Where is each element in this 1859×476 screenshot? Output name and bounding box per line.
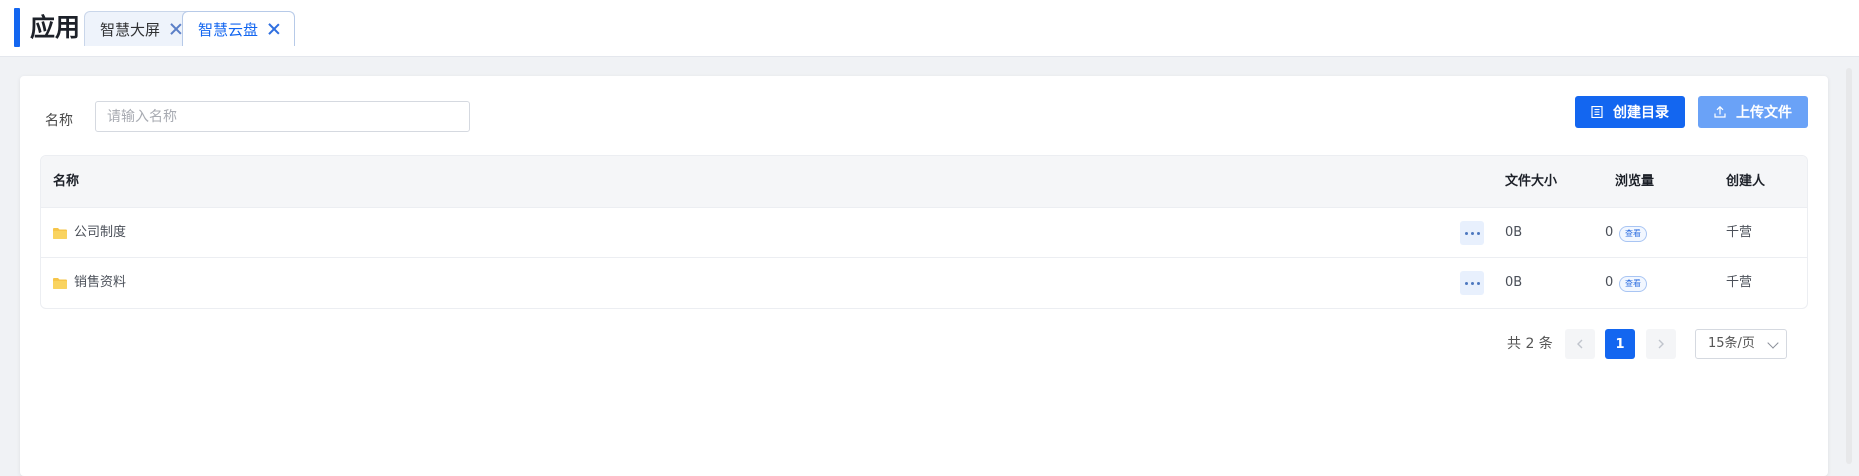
view-tag[interactable]: 查看 <box>1619 276 1647 292</box>
name-filter-label: 名称 <box>45 113 73 129</box>
create-directory-button[interactable]: 创建目录 <box>1575 96 1685 128</box>
upload-file-label: 上传文件 <box>1736 105 1792 121</box>
upload-icon <box>1714 106 1726 118</box>
directory-icon <box>1591 106 1603 118</box>
top-bar: 应用 智慧大屏 智慧云盘 <box>0 0 1859 57</box>
page-size-select[interactable]: 15条/页 <box>1695 329 1787 359</box>
next-page-button[interactable] <box>1646 329 1676 359</box>
chevron-down-icon <box>1767 337 1779 349</box>
creator-name: 千营 <box>1726 225 1753 240</box>
chevron-left-icon <box>1577 339 1583 349</box>
view-count: 0 <box>1605 275 1614 290</box>
file-size: 0B <box>1505 225 1523 240</box>
upload-file-button[interactable]: 上传文件 <box>1698 96 1808 128</box>
create-directory-label: 创建目录 <box>1613 105 1669 121</box>
column-header-name[interactable]: 名称 <box>53 156 79 208</box>
vertical-scrollbar[interactable] <box>1846 68 1852 464</box>
close-icon[interactable] <box>170 23 182 35</box>
pagination-total: 共 2 条 <box>1507 336 1553 352</box>
close-icon[interactable] <box>268 23 280 35</box>
table-row[interactable]: 销售资料 0B 0 查看 千营 <box>41 258 1807 308</box>
column-header-views[interactable]: 浏览量 <box>1615 156 1654 208</box>
page-size-value: 15条/页 <box>1708 336 1755 351</box>
tab-smart-screen[interactable]: 智慧大屏 <box>84 11 198 46</box>
file-size: 0B <box>1505 275 1523 290</box>
page-number-button[interactable]: 1 <box>1605 329 1635 359</box>
creator-name: 千营 <box>1726 275 1753 290</box>
view-tag[interactable]: 查看 <box>1619 226 1647 242</box>
column-header-creator[interactable]: 创建人 <box>1726 156 1765 208</box>
view-count: 0 <box>1605 225 1614 240</box>
table-header: 名称 文件大小 浏览量 创建人 <box>41 156 1807 208</box>
tab-smart-cloud-disk[interactable]: 智慧云盘 <box>182 11 296 46</box>
more-actions-button[interactable] <box>1460 271 1484 295</box>
file-name[interactable]: 销售资料 <box>74 258 126 308</box>
column-header-size[interactable]: 文件大小 <box>1505 156 1557 208</box>
title-accent-bar <box>14 8 20 47</box>
chevron-right-icon <box>1658 339 1664 349</box>
folder-icon <box>53 278 67 289</box>
more-actions-button[interactable] <box>1460 221 1484 245</box>
file-name[interactable]: 公司制度 <box>74 208 126 258</box>
tab-label: 智慧大屏 <box>100 20 161 39</box>
tab-label: 智慧云盘 <box>198 20 259 39</box>
prev-page-button[interactable] <box>1565 329 1595 359</box>
page-title: 应用 <box>30 13 81 42</box>
name-search-input[interactable] <box>95 101 470 132</box>
main-card: 名称 创建目录 上传文件 名称 文件大小 浏览量 创建人 <box>20 76 1828 476</box>
table-row[interactable]: 公司制度 0B 0 查看 千营 <box>41 208 1807 258</box>
file-table: 名称 文件大小 浏览量 创建人 公司制度 0B 0 查看 千营 销售资料 0B <box>40 155 1808 309</box>
folder-icon <box>53 228 67 239</box>
pagination: 共 2 条 1 15条/页 <box>20 329 1828 359</box>
